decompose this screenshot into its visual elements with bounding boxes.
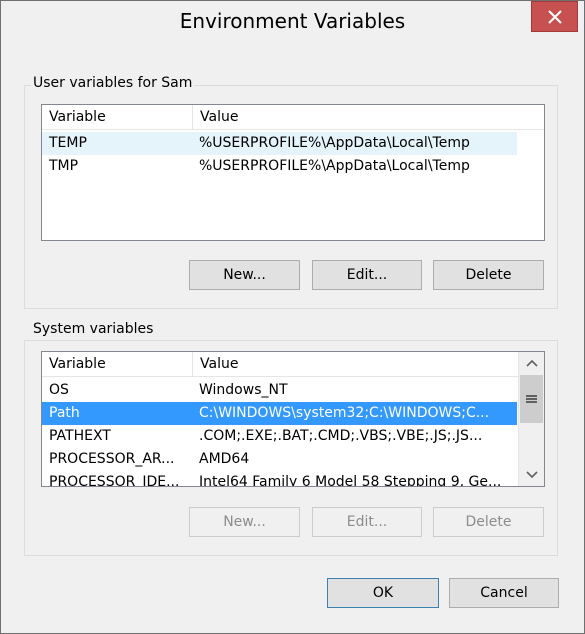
system-variable-row[interactable]: OS Windows_NT bbox=[42, 379, 517, 402]
system-variable-row[interactable]: PATHEXT .COM;.EXE;.BAT;.CMD;.VBS;.VBE;.J… bbox=[42, 425, 517, 448]
variable-value: C:\WINDOWS\system32;C:\WINDOWS;C... bbox=[199, 405, 490, 421]
system-edit-button[interactable]: Edit... bbox=[312, 507, 422, 537]
user-variables-label: User variables for Sam bbox=[31, 75, 195, 91]
system-new-button[interactable]: New... bbox=[189, 507, 300, 537]
variable-value: Intel64 Family 6 Model 58 Stepping 9, Ge… bbox=[199, 474, 502, 487]
chevron-up-icon bbox=[525, 359, 538, 367]
close-button[interactable] bbox=[531, 1, 578, 32]
system-variable-row[interactable]: PROCESSOR_AR... AMD64 bbox=[42, 448, 517, 471]
title-bar[interactable]: Environment Variables bbox=[1, 1, 584, 45]
variable-value: %USERPROFILE%\AppData\Local\Temp bbox=[199, 135, 470, 151]
system-list-scrollbar[interactable] bbox=[518, 352, 544, 486]
scroll-down-button[interactable] bbox=[519, 464, 544, 486]
system-variables-list[interactable]: Variable Value OS Windows_NT Path C:\WIN… bbox=[41, 351, 545, 487]
chevron-down-icon bbox=[525, 471, 538, 479]
cancel-button[interactable]: Cancel bbox=[449, 578, 559, 608]
variable-name: Path bbox=[49, 405, 80, 421]
variable-name: PROCESSOR_AR... bbox=[49, 451, 175, 467]
variable-name: PATHEXT bbox=[49, 428, 111, 444]
variable-name: TMP bbox=[49, 158, 79, 174]
system-delete-button[interactable]: Delete bbox=[433, 507, 544, 537]
system-variable-row-selected[interactable]: Path C:\WINDOWS\system32;C:\WINDOWS;C... bbox=[42, 402, 517, 425]
variable-name: PROCESSOR_IDE... bbox=[49, 474, 180, 487]
variable-name: TEMP bbox=[49, 135, 87, 151]
column-header-value[interactable]: Value bbox=[192, 352, 519, 377]
system-variables-label: System variables bbox=[31, 321, 156, 337]
grip-icon bbox=[526, 395, 537, 403]
variable-value: AMD64 bbox=[199, 451, 250, 467]
variable-value: %USERPROFILE%\AppData\Local\Temp bbox=[199, 158, 470, 174]
column-header-value[interactable]: Value bbox=[192, 105, 516, 130]
scroll-thumb[interactable] bbox=[520, 375, 543, 423]
user-list-header: Variable Value bbox=[42, 105, 544, 130]
variable-name: OS bbox=[49, 382, 69, 398]
variable-value: .COM;.EXE;.BAT;.CMD;.VBS;.VBE;.JS;.JS... bbox=[199, 428, 483, 444]
scroll-up-button[interactable] bbox=[519, 352, 544, 374]
system-variable-row[interactable]: PROCESSOR_IDE... Intel64 Family 6 Model … bbox=[42, 471, 517, 487]
user-edit-button[interactable]: Edit... bbox=[312, 260, 422, 290]
column-header-variable[interactable]: Variable bbox=[42, 105, 192, 130]
user-variables-list[interactable]: Variable Value TEMP %USERPROFILE%\AppDat… bbox=[41, 104, 545, 241]
close-icon bbox=[547, 9, 562, 24]
column-header-variable[interactable]: Variable bbox=[42, 352, 192, 377]
system-list-header: Variable Value bbox=[42, 352, 518, 377]
user-delete-button[interactable]: Delete bbox=[433, 260, 544, 290]
user-variable-row[interactable]: TMP %USERPROFILE%\AppData\Local\Temp bbox=[42, 155, 517, 178]
variable-value: Windows_NT bbox=[199, 382, 288, 398]
user-variable-row[interactable]: TEMP %USERPROFILE%\AppData\Local\Temp bbox=[42, 132, 517, 155]
ok-button[interactable]: OK bbox=[327, 578, 439, 608]
dialog-title: Environment Variables bbox=[179, 9, 406, 33]
environment-variables-dialog: Environment Variables User variables for… bbox=[0, 0, 585, 634]
user-new-button[interactable]: New... bbox=[189, 260, 300, 290]
